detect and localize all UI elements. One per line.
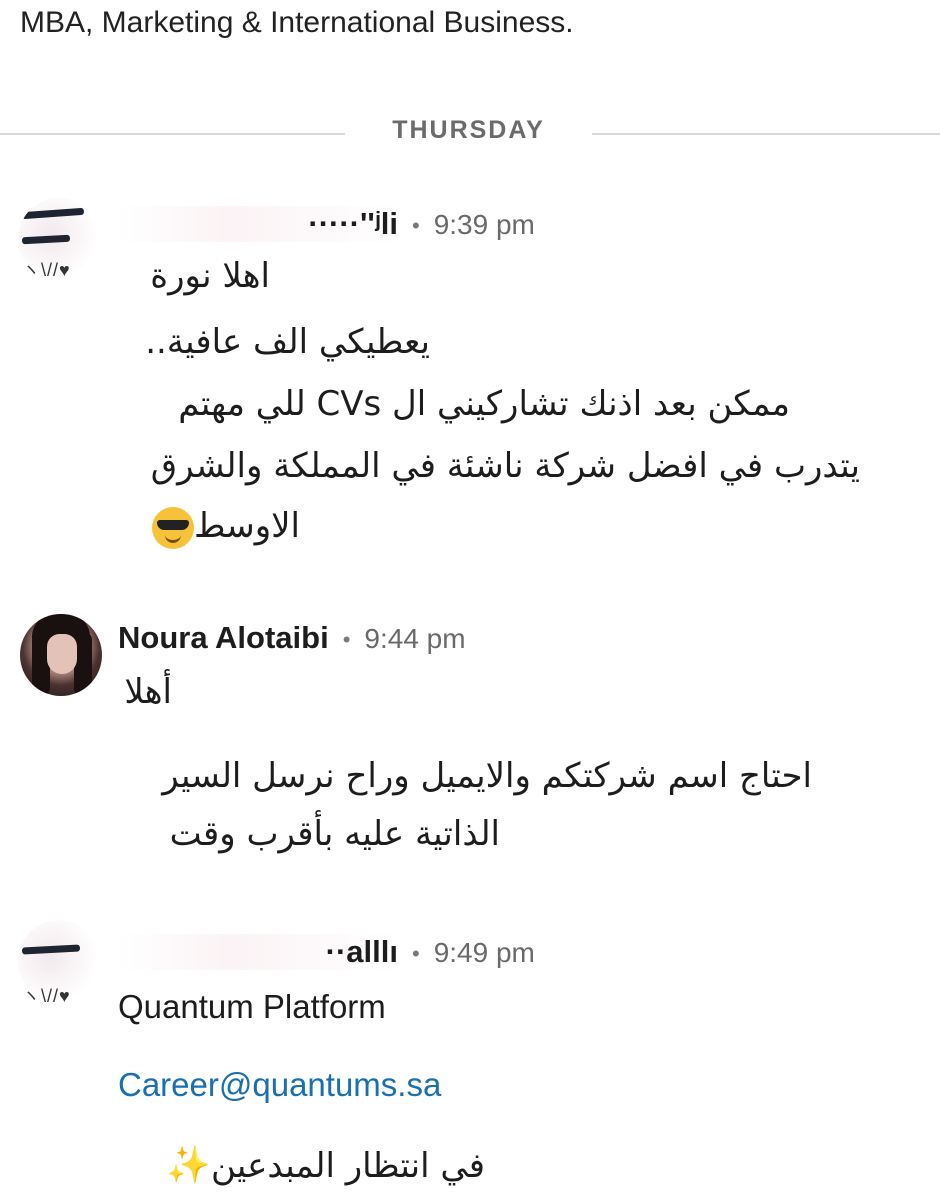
message-line: الذاتية عليه بأقرب وقت [169,814,500,854]
avatar-face [47,634,77,674]
message-time: 9:39 pm [433,209,535,240]
divider-line [592,133,940,135]
email-link[interactable]: Career@quantums.sa [118,1066,441,1104]
message-line-last: في انتظار المبدعين✨ [156,1144,485,1186]
message-time: 9:44 pm [364,623,466,654]
day-label: THURSDAY [392,116,545,144]
sender-name[interactable]: ·····''ʲli [118,206,398,242]
message-line-last: الاوسط [142,506,300,549]
avatar[interactable] [20,614,102,696]
message-line: في انتظار المبدعين [210,1146,485,1186]
message-line: ممكن بعد اذنك تشاركيني ال CVs للي مهتم [178,384,790,424]
message-line: يتدرب في افضل شركة ناشئة في المملكة والش… [150,446,860,486]
avatar-marks: ヽ\//♥ [22,986,71,1006]
day-divider: THURSDAY [0,116,940,150]
message-line: اهلا نورة [150,256,270,296]
sparkles-icon: ✨ [166,1145,211,1186]
message-line: احتاج اسم شركتكم والايميل وراح نرسل السي… [162,756,812,796]
message-header: Noura Alotaibi • 9:44 pm [118,620,466,664]
avatar-marks: ヽ\//♥ [22,260,71,280]
divider-line [0,133,345,135]
message-header: ·····''ʲli • 9:39 pm [118,206,535,250]
message-line: الاوسط [193,506,300,546]
sunglasses-emoji-icon [151,506,194,549]
sender-name[interactable]: Noura Alotaibi [118,620,329,655]
separator-dot: • [342,626,351,652]
message-time: 9:49 pm [433,937,535,968]
separator-dot: • [412,212,420,238]
message-header: ··alllı • 9:49 pm [118,934,535,978]
company-name: Quantum Platform [118,988,386,1025]
message-line: يعطيكي الف عافية.. [145,322,430,362]
avatar-hair [74,632,92,696]
profile-headline: MBA, Marketing & International Business. [20,6,574,39]
message-line: أهلا [124,672,172,712]
separator-dot: • [412,940,420,966]
sender-name[interactable]: ··alllı [118,934,398,970]
